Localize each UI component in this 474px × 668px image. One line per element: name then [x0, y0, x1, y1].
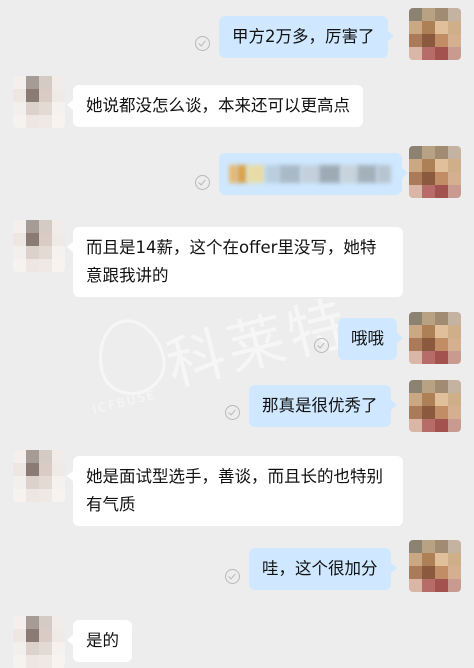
- message-text: 她说都没怎么谈，本来还可以更高点: [86, 96, 350, 115]
- read-check-icon: [225, 405, 240, 420]
- message-bubble[interactable]: 哇，这个很加分: [249, 548, 396, 590]
- message-row: 而且是14薪，这个在offer里没写，她特意跟我讲的: [0, 220, 474, 297]
- redacted-content: [229, 161, 392, 187]
- avatar[interactable]: [13, 616, 65, 668]
- message-row: [0, 144, 474, 210]
- read-check-icon: [225, 569, 240, 584]
- message-text: 哦哦: [351, 329, 384, 348]
- message-bubble[interactable]: [219, 153, 408, 195]
- message-bubble[interactable]: 是的: [67, 620, 132, 662]
- message-bubble[interactable]: 而且是14薪，这个在offer里没写，她特意跟我讲的: [67, 227, 403, 297]
- avatar[interactable]: [409, 312, 461, 364]
- chat-thread[interactable]: 甲方2万多，厉害了 她说都没怎么谈，本来还可以更高点 而且是14薪，这个在off…: [0, 0, 474, 668]
- message-bubble[interactable]: 她说都没怎么谈，本来还可以更高点: [67, 85, 363, 127]
- avatar[interactable]: [409, 540, 461, 592]
- message-text: 是的: [86, 631, 119, 650]
- message-bubble[interactable]: 甲方2万多，厉害了: [219, 16, 393, 58]
- read-check-icon: [195, 175, 210, 190]
- read-check-icon: [195, 36, 210, 51]
- avatar[interactable]: [409, 8, 461, 60]
- message-row: 她是面试型选手，善谈，而且长的也特别有气质: [0, 450, 474, 530]
- avatar[interactable]: [409, 380, 461, 432]
- message-row: 甲方2万多，厉害了: [0, 8, 474, 68]
- message-text: 甲方2万多，厉害了: [232, 27, 375, 46]
- message-row: 哇，这个很加分: [0, 540, 474, 602]
- message-text: 而且是14薪，这个在offer里没写，她特意跟我讲的: [86, 238, 377, 285]
- message-row: 是的: [0, 614, 474, 668]
- message-row: 哦哦: [0, 312, 474, 372]
- avatar[interactable]: [13, 76, 65, 128]
- message-text: 哇，这个很加分: [262, 559, 378, 578]
- message-row: 那真是很优秀了: [0, 378, 474, 438]
- message-row: 她说都没怎么谈，本来还可以更高点: [0, 76, 474, 136]
- avatar[interactable]: [13, 220, 65, 272]
- avatar[interactable]: [13, 450, 65, 502]
- message-bubble[interactable]: 她是面试型选手，善谈，而且长的也特别有气质: [67, 456, 403, 526]
- message-bubble[interactable]: 哦哦: [338, 318, 403, 360]
- message-text: 那真是很优秀了: [262, 396, 378, 415]
- message-text: 她是面试型选手，善谈，而且长的也特别有气质: [86, 467, 383, 514]
- read-check-icon: [314, 338, 329, 353]
- message-bubble[interactable]: 那真是很优秀了: [249, 385, 396, 427]
- avatar[interactable]: [409, 146, 461, 198]
